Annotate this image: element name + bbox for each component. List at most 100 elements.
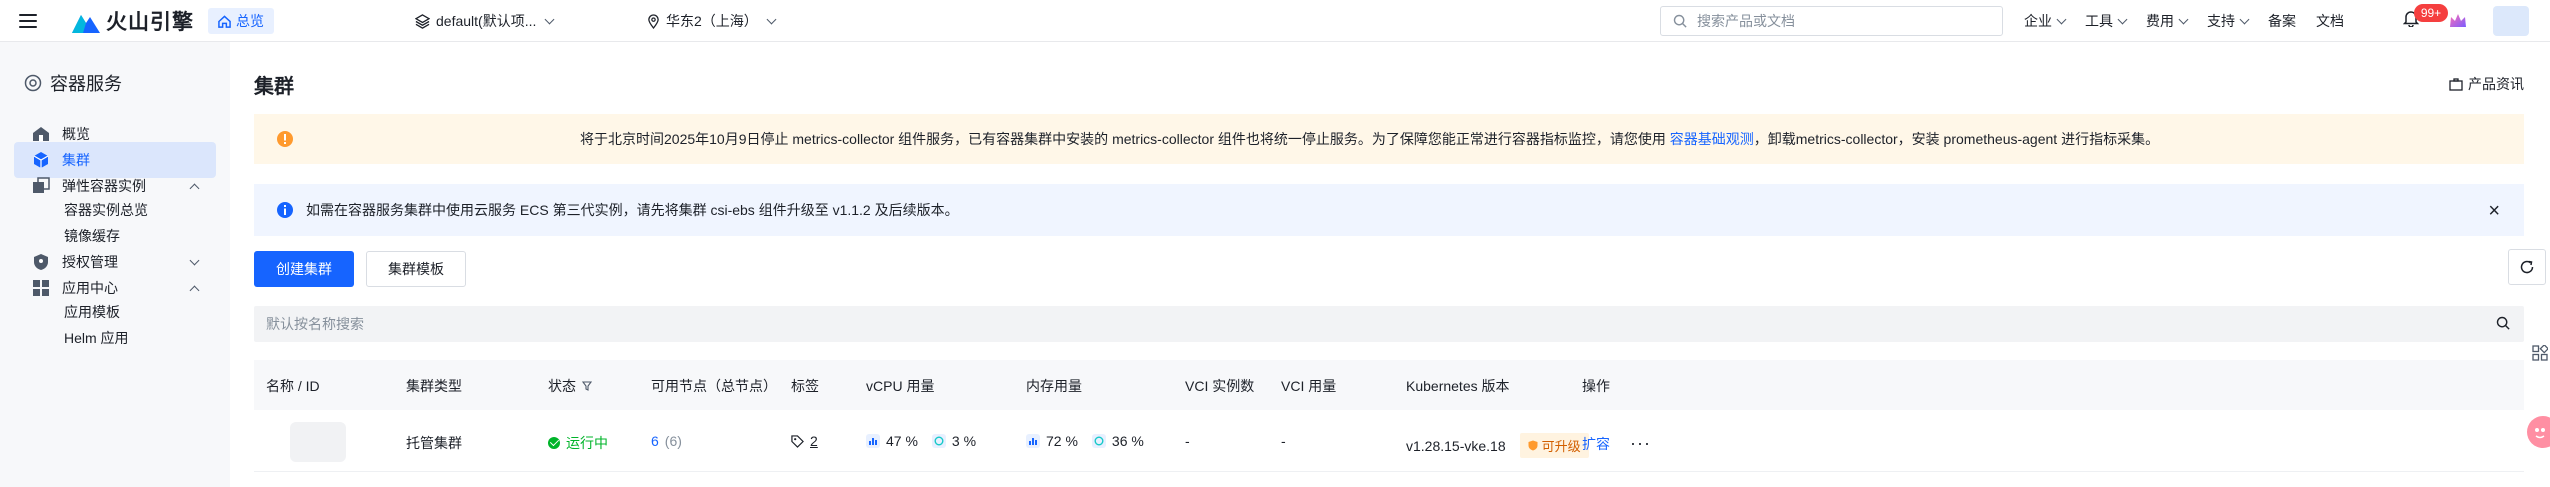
warning-message: 将于北京时间2025年10月9日停止 metrics-collector 组件服… xyxy=(580,129,2159,149)
home-label: 总览 xyxy=(236,13,264,29)
column-cluster-type: 集群类型 xyxy=(406,378,462,394)
column-vci-usage: VCI 用量 xyxy=(1281,378,1337,394)
apps-grid-icon xyxy=(32,279,50,297)
cell-vci-instances: - xyxy=(1185,433,1190,449)
total-nodes: (6) xyxy=(664,433,682,449)
product-info-label: 产品资讯 xyxy=(2468,76,2524,92)
top-bar: 火山引擎 总览 default(默认项... 华东2（上海） 搜索产品或文档 企… xyxy=(0,0,2550,42)
chevron-down-icon xyxy=(544,14,555,24)
cell-vci-usage: - xyxy=(1281,433,1286,449)
filter-icon[interactable] xyxy=(582,381,592,391)
sidebar-sub-helm-app[interactable]: Helm 应用 xyxy=(64,328,129,348)
cell-cluster-type: 托管集群 xyxy=(406,435,462,451)
cell-memory: 72 % 36 % xyxy=(1026,433,1144,449)
info-alert: 如需在容器服务集群中使用云服务 ECS 第三代实例，请先将集群 csi-ebs … xyxy=(254,184,2524,236)
warning-text-tail: ，卸载metrics-collector，安装 prometheus-agent… xyxy=(1753,131,2160,147)
sidebar-title-label: 容器服务 xyxy=(50,74,122,94)
project-select[interactable]: default(默认项... xyxy=(415,8,555,34)
more-actions-button[interactable]: ··· xyxy=(1630,433,1651,454)
user-avatar[interactable] xyxy=(2493,6,2529,36)
chevron-down-icon xyxy=(2178,14,2189,24)
info-message: 如需在容器服务集群中使用云服务 ECS 第三代实例，请先将集群 csi-ebs … xyxy=(306,202,959,218)
column-available-nodes: 可用节点（总节点） xyxy=(651,378,777,394)
column-status[interactable]: 状态 xyxy=(548,376,592,396)
chevron-down-icon xyxy=(766,14,777,24)
sidebar-item-label: 弹性容器实例 xyxy=(62,178,146,194)
cell-tags[interactable]: 2 xyxy=(791,433,818,449)
info-icon xyxy=(277,202,293,218)
memory-request: 72 % xyxy=(1046,433,1078,449)
cell-k8s-version: v1.28.15-vke.18 可升级 xyxy=(1406,433,1589,458)
sidebar-sub-app-template[interactable]: 应用模板 xyxy=(64,302,120,322)
column-tags: 标签 xyxy=(791,378,819,394)
menu-tools[interactable]: 工具 xyxy=(2085,11,2128,31)
sidebar-item-elastic-container[interactable]: 弹性容器实例 xyxy=(14,168,216,204)
chevron-down-icon xyxy=(189,255,200,266)
cube-icon xyxy=(32,151,50,169)
gauge-icon xyxy=(931,434,946,448)
table-row: 托管集群 运行中 6 (6) 2 47 % 3 % 72 % 36 % - - … xyxy=(254,412,2524,472)
upgrade-badge[interactable]: 可升级 xyxy=(1519,433,1589,458)
sidebar-sub-image-cache[interactable]: 镜像缓存 xyxy=(64,226,120,246)
cell-nodes: 6 (6) xyxy=(651,433,682,449)
page-title: 集群 xyxy=(254,76,294,98)
cell-status: 运行中 xyxy=(548,433,608,453)
menu-icon[interactable] xyxy=(18,11,38,31)
cluster-template-button[interactable]: 集群模板 xyxy=(366,251,466,287)
bar-chart-icon xyxy=(1026,434,1040,448)
brand-logo[interactable]: 火山引擎 xyxy=(72,6,194,36)
refresh-icon xyxy=(2520,260,2534,274)
create-cluster-button[interactable]: 创建集群 xyxy=(254,251,354,287)
menu-billing[interactable]: 费用 xyxy=(2146,11,2189,31)
assistant-icon[interactable] xyxy=(2526,415,2550,449)
memory-usage: 36 % xyxy=(1111,433,1144,449)
sidebar-sub-instance-overview[interactable]: 容器实例总览 xyxy=(64,200,148,220)
brand-name: 火山引擎 xyxy=(106,11,194,34)
column-vcpu-usage: vCPU 用量 xyxy=(866,378,935,394)
k8s-version: v1.28.15-vke.18 xyxy=(1406,437,1506,454)
menu-support[interactable]: 支持 xyxy=(2207,11,2250,31)
global-search-input[interactable]: 搜索产品或文档 xyxy=(1660,6,2003,36)
warning-icon xyxy=(277,131,293,147)
location-icon xyxy=(648,13,659,29)
project-icon xyxy=(415,13,430,29)
link-filing[interactable]: 备案 xyxy=(2268,11,2296,31)
cluster-name-redacted[interactable] xyxy=(290,422,346,462)
home-overview-button[interactable]: 总览 xyxy=(208,8,274,34)
observability-link[interactable]: 容器基础观测 xyxy=(1670,131,1754,147)
container-service-icon xyxy=(24,74,42,92)
vcpu-usage: 3 % xyxy=(951,433,977,449)
refresh-button[interactable] xyxy=(2508,249,2546,285)
link-docs[interactable]: 文档 xyxy=(2316,11,2344,31)
crown-icon[interactable] xyxy=(2447,10,2469,32)
search-placeholder: 搜索产品或文档 xyxy=(1697,13,1795,29)
main-content: 集群 产品资讯 将于北京时间2025年10月9日停止 metrics-colle… xyxy=(230,42,2550,487)
menu-enterprise[interactable]: 企业 xyxy=(2024,11,2067,31)
project-label: default(默认项... xyxy=(436,13,537,29)
column-kubernetes-version: Kubernetes 版本 xyxy=(1406,378,1510,394)
sidebar-item-label: 应用中心 xyxy=(62,280,118,296)
upgrade-label: 可升级 xyxy=(1541,439,1581,454)
cluster-search-input[interactable]: 默认按名称搜索 xyxy=(254,306,2524,342)
gauge-icon xyxy=(1091,434,1106,448)
column-vci-instances: VCI 实例数 xyxy=(1185,378,1255,394)
tag-count: 2 xyxy=(810,433,818,449)
volcano-logo-icon xyxy=(72,15,100,33)
available-nodes-link[interactable]: 6 xyxy=(651,433,659,449)
sidebar-item-label: 概览 xyxy=(62,126,90,142)
search-icon[interactable] xyxy=(2496,316,2510,330)
filter-placeholder: 默认按名称搜索 xyxy=(266,316,364,332)
sidebar-item-app-center[interactable]: 应用中心 xyxy=(14,270,216,306)
product-info-link[interactable]: 产品资讯 xyxy=(2449,74,2524,94)
close-icon[interactable]: × xyxy=(2488,200,2500,223)
sidebar-item-label: 授权管理 xyxy=(62,254,118,270)
column-name-id: 名称 / ID xyxy=(266,378,320,394)
shield-icon xyxy=(1528,440,1538,451)
region-select[interactable]: 华东2（上海） xyxy=(647,8,777,34)
warning-text: 将于北京时间2025年10月9日停止 metrics-collector 组件服… xyxy=(580,131,1666,147)
apps-grid-icon[interactable] xyxy=(2532,343,2550,364)
table-header: 名称 / ID 集群类型 状态 可用节点（总节点） 标签 vCPU 用量 内存用… xyxy=(254,360,2524,410)
search-icon xyxy=(1673,14,1687,28)
scale-out-link[interactable]: 扩容 xyxy=(1582,434,1610,454)
home-icon xyxy=(218,14,231,28)
